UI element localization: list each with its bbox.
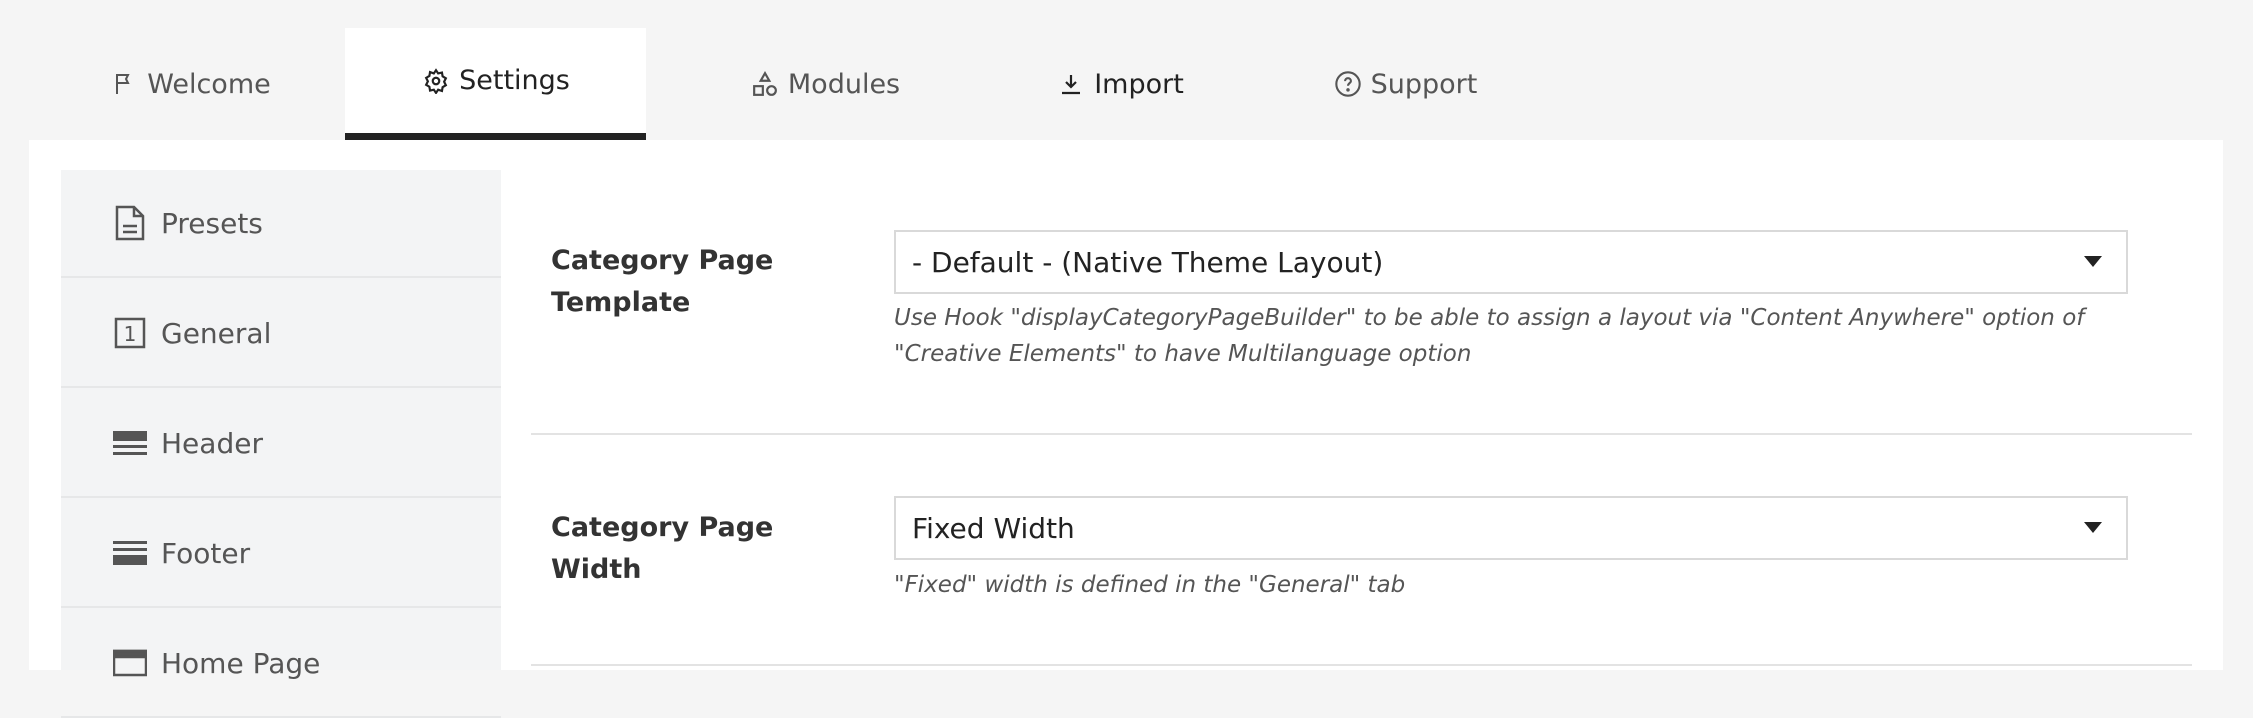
- tab-welcome[interactable]: Welcome: [90, 28, 290, 140]
- category-template-help: Use Hook "displayCategoryPageBuilder" to…: [894, 305, 2085, 367]
- sidebar-item-header[interactable]: Header: [61, 390, 501, 498]
- tab-label: Support: [1370, 68, 1478, 100]
- sidebar-item-label: Footer: [161, 536, 251, 570]
- gear-icon: [421, 66, 451, 96]
- divider: [531, 433, 2192, 435]
- page-layout-icon: [113, 644, 147, 682]
- sidebar-item-label: Home Page: [161, 646, 321, 680]
- sidebar-item-general[interactable]: 1 General: [61, 280, 501, 388]
- header-layout-icon: [113, 424, 147, 462]
- tab-modules[interactable]: Modules: [715, 28, 935, 140]
- tab-label: Import: [1094, 68, 1184, 100]
- tab-label: Modules: [787, 68, 901, 100]
- tab-settings[interactable]: Settings: [345, 28, 646, 140]
- chevron-down-icon: [2084, 522, 2102, 533]
- footer-layout-icon: [113, 534, 147, 572]
- chevron-down-icon: [2084, 256, 2102, 267]
- sidebar-item-presets[interactable]: Presets: [61, 170, 501, 278]
- sidebar-item-footer[interactable]: Footer: [61, 500, 501, 608]
- help-icon: [1333, 69, 1363, 99]
- tab-label: Welcome: [147, 68, 271, 100]
- download-icon: [1056, 69, 1086, 99]
- divider: [531, 664, 2192, 666]
- sidebar-item-label: General: [161, 316, 272, 350]
- numbered-box-icon: 1: [113, 314, 147, 352]
- sidebar-item-label: Header: [161, 426, 263, 460]
- category-width-select[interactable]: Fixed Width: [894, 496, 2128, 560]
- numbered-box-digit: 1: [124, 322, 137, 346]
- settings-sidebar: Presets 1 General Header Footer Home Pag…: [61, 170, 501, 718]
- shapes-icon: [750, 69, 780, 99]
- document-icon: [113, 204, 147, 242]
- select-value: - Default - (Native Theme Layout): [912, 245, 1384, 279]
- tab-support[interactable]: Support: [1305, 28, 1505, 140]
- top-tab-bar: Welcome Settings Modules Import Support: [0, 0, 2253, 140]
- category-width-help: "Fixed" width is defined in the "General…: [894, 572, 1406, 598]
- category-template-select[interactable]: - Default - (Native Theme Layout): [894, 230, 2128, 294]
- tab-import[interactable]: Import: [1020, 28, 1220, 140]
- category-width-label: Category Page Width: [551, 512, 774, 585]
- flag-icon: [109, 69, 139, 99]
- sidebar-item-label: Presets: [161, 206, 263, 240]
- sidebar-item-home-page[interactable]: Home Page: [61, 610, 501, 718]
- category-template-label: Category Page Template: [551, 245, 774, 318]
- tab-label: Settings: [459, 65, 570, 96]
- select-value: Fixed Width: [912, 511, 1075, 545]
